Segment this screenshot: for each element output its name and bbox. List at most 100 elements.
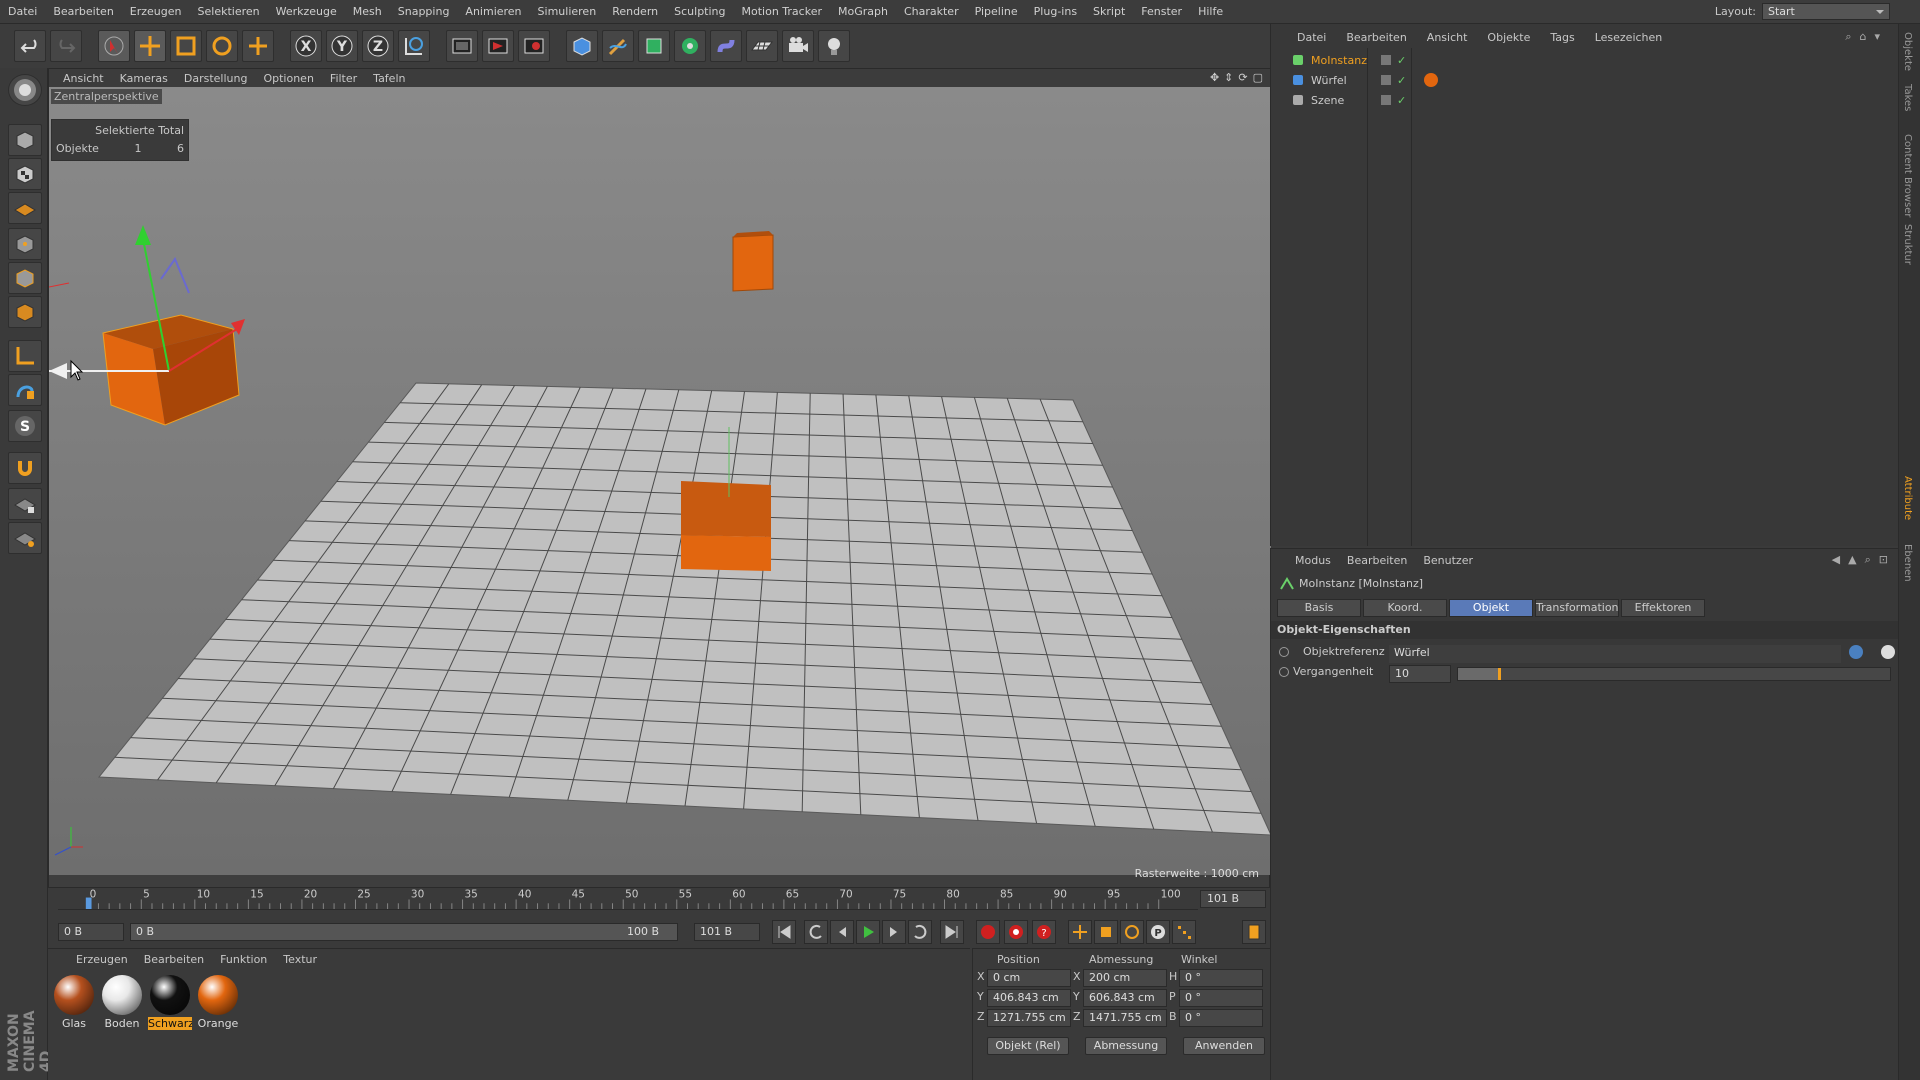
menu-item[interactable]: Fenster [1133, 5, 1190, 18]
object-menu-item[interactable]: Bearbeiten [1336, 31, 1416, 44]
visibility-toggle-icon[interactable] [1381, 55, 1391, 65]
menu-item[interactable]: Skript [1085, 5, 1133, 18]
material-swatch[interactable]: Schwarz [148, 975, 192, 1031]
object-name[interactable]: Würfel [1311, 74, 1371, 87]
viewport-menu-item[interactable]: Kameras [112, 72, 176, 85]
move-icon[interactable] [134, 30, 166, 62]
keyframe-selection-icon[interactable]: ? [1032, 920, 1056, 944]
side-tab[interactable]: Ebenen [1902, 544, 1913, 582]
x-axis-icon[interactable]: X [290, 30, 322, 62]
viewport-menu-item[interactable]: Darstellung [176, 72, 256, 85]
attribute-menu-item[interactable]: Modus [1287, 554, 1339, 567]
attribute-menu-item[interactable]: Benutzer [1415, 554, 1481, 567]
pan-icon[interactable]: ✥ [1210, 71, 1219, 84]
scale-icon[interactable] [170, 30, 202, 62]
size-mode-dropdown[interactable]: Abmessung [1085, 1037, 1167, 1055]
cube-icon[interactable] [566, 30, 598, 62]
enable-check-icon[interactable]: ✓ [1397, 74, 1406, 87]
object-row[interactable]: MoInstanz ✓ [1271, 50, 1899, 70]
viewport-nav-controls[interactable]: ✥ ⇕ ⟳ ▢ [1210, 71, 1263, 84]
play-icon[interactable] [856, 920, 880, 944]
layout-selector[interactable]: Layout: Start [1715, 3, 1890, 20]
side-tab[interactable]: Content Browser [1902, 134, 1913, 217]
subdivision-icon[interactable] [638, 30, 670, 62]
material-menu-item[interactable]: Funktion [212, 953, 275, 966]
menu-item[interactable]: Simulieren [530, 5, 605, 18]
search-icon[interactable]: ⌕ [1845, 30, 1851, 44]
apply-button[interactable]: Anwenden [1183, 1037, 1265, 1055]
cloner-icon[interactable] [674, 30, 706, 62]
key-scale-icon[interactable] [1094, 920, 1118, 944]
go-to-end-icon[interactable] [940, 920, 964, 944]
magnet-icon[interactable] [8, 452, 42, 484]
size-field[interactable]: 200 cm [1083, 969, 1167, 987]
object-menu-item[interactable]: Tags [1540, 31, 1584, 44]
position-field[interactable]: 406.843 cm [987, 989, 1071, 1007]
object-name[interactable]: Szene [1311, 94, 1371, 107]
object-row[interactable]: Würfel ✓ [1271, 70, 1899, 90]
playhead[interactable] [85, 897, 92, 909]
light-icon[interactable] [818, 30, 850, 62]
visibility-toggle-icon[interactable] [1381, 75, 1391, 85]
workplane-icon[interactable] [8, 192, 42, 224]
size-field[interactable]: 606.843 cm [1083, 989, 1167, 1007]
lock-icon[interactable]: ⊡ [1879, 553, 1888, 567]
mode-switch-icon[interactable] [8, 74, 42, 106]
select-icon[interactable] [98, 30, 130, 62]
end-frame-field[interactable]: 101 B [1200, 890, 1266, 908]
prev-key-icon[interactable] [804, 920, 828, 944]
back-arrow-icon[interactable]: ◀ [1832, 553, 1840, 567]
enable-check-icon[interactable]: ✓ [1397, 94, 1406, 107]
floor-icon[interactable] [746, 30, 778, 62]
record-icon[interactable] [976, 920, 1000, 944]
current-frame-field[interactable]: 0 B [58, 923, 124, 941]
menu-item[interactable]: Rendern [604, 5, 666, 18]
history-input[interactable]: 10 [1389, 665, 1451, 683]
max-frame-field[interactable]: 101 B [694, 923, 760, 941]
position-field[interactable]: 0 cm [987, 969, 1071, 987]
object-menu-item[interactable]: Datei [1287, 31, 1336, 44]
add-icon[interactable] [242, 30, 274, 62]
menu-item[interactable]: Erzeugen [122, 5, 190, 18]
redo-icon[interactable] [50, 30, 82, 62]
menu-item[interactable]: Motion Tracker [734, 5, 830, 18]
menu-item[interactable]: Pipeline [967, 5, 1026, 18]
texture-mode-icon[interactable] [8, 158, 42, 190]
rotation-field[interactable]: 0 ° [1179, 989, 1263, 1007]
menu-item[interactable]: Charakter [896, 5, 967, 18]
up-arrow-icon[interactable]: ▲ [1848, 553, 1856, 567]
menu-item[interactable]: Animieren [457, 5, 529, 18]
z-axis-icon[interactable]: Z [362, 30, 394, 62]
visibility-toggle-icon[interactable] [1381, 95, 1391, 105]
filter-icon[interactable]: ▾ [1874, 30, 1880, 44]
menu-item[interactable]: Mesh [345, 5, 390, 18]
coord-mode-dropdown[interactable]: Objekt (Rel) [987, 1037, 1069, 1055]
material-swatch[interactable]: Orange [196, 975, 240, 1031]
camera-icon[interactable] [782, 30, 814, 62]
side-tab[interactable]: Objekte [1902, 32, 1913, 71]
attribute-tab[interactable]: Transformation [1535, 599, 1619, 617]
tweak-mode-icon[interactable] [8, 374, 42, 406]
history-slider[interactable] [1457, 667, 1891, 681]
key-parameter-icon[interactable]: P [1146, 920, 1170, 944]
attribute-manager-tools[interactable]: ◀ ▲ ⌕ ⊡ [1832, 553, 1888, 567]
attribute-tab[interactable]: Effektoren [1621, 599, 1705, 617]
undo-icon[interactable] [14, 30, 46, 62]
orbit-icon[interactable]: ⟳ [1238, 71, 1247, 84]
viewport-canvas[interactable] [49, 87, 1271, 875]
points-mode-icon[interactable] [8, 228, 42, 260]
menu-item[interactable]: MoGraph [830, 5, 896, 18]
material-swatch[interactable]: Boden [100, 975, 144, 1031]
material-tag-icon[interactable] [1424, 73, 1439, 87]
material-menu-item[interactable]: Textur [275, 953, 325, 966]
object-manager-tools[interactable]: ⌕ ⌂ ▾ [1845, 30, 1880, 44]
attribute-tab[interactable]: Koord. [1363, 599, 1447, 617]
side-tab[interactable]: Attribute [1902, 476, 1913, 520]
rotation-field[interactable]: 0 ° [1179, 1009, 1263, 1027]
key-position-icon[interactable] [1068, 920, 1092, 944]
render-picture-icon[interactable] [482, 30, 514, 62]
render-view-icon[interactable] [446, 30, 478, 62]
menu-item[interactable]: Werkzeuge [268, 5, 345, 18]
attribute-tab[interactable]: Basis [1277, 599, 1361, 617]
key-pla-icon[interactable] [1172, 920, 1196, 944]
